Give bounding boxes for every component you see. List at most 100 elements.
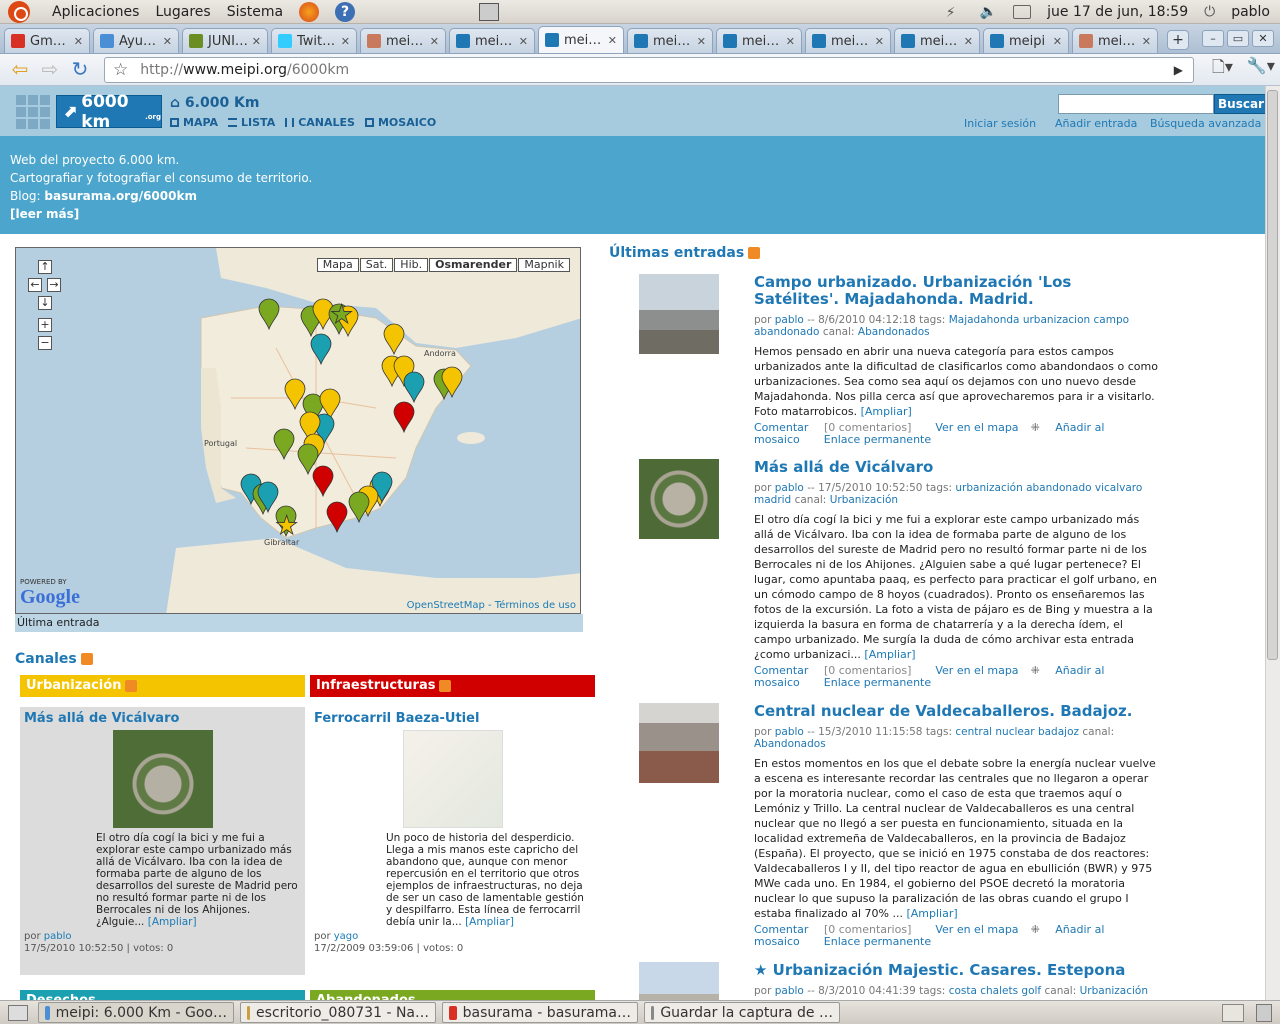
browser-tab[interactable]: Twit… ✕	[271, 28, 357, 53]
tab-close-icon[interactable]: ✕	[1053, 35, 1062, 48]
channel-post-author[interactable]: pablo	[44, 931, 72, 942]
rss-icon[interactable]	[439, 679, 452, 692]
reload-icon[interactable]: ↻	[68, 58, 92, 82]
browser-tab[interactable]: mei… ✕	[1072, 28, 1158, 53]
nav-mosaic[interactable]: MOSAICO	[364, 116, 436, 129]
read-more-link[interactable]: [leer más]	[10, 207, 79, 221]
google-logo[interactable]: Google	[20, 586, 80, 609]
bookmark-star-icon[interactable]: ☆	[113, 60, 128, 80]
map-panel[interactable]: Portugal Andorra Gibraltar ★ ★ Mapa Sat. Hi…	[15, 247, 581, 614]
channel-post-more-link[interactable]: [Ampliar]	[465, 916, 514, 928]
channel-post-thumbnail[interactable]	[402, 730, 503, 828]
taskbar-window-button[interactable]: Guardar la captura de …	[644, 1002, 840, 1023]
browser-tab[interactable]: Gm… ✕	[4, 28, 90, 53]
browser-tab[interactable]: meipi ✕	[983, 28, 1069, 53]
page-menu-icon[interactable]: 🗋▾	[1212, 56, 1233, 83]
search-input[interactable]	[1058, 94, 1214, 114]
entry-thumbnail[interactable]	[639, 703, 719, 783]
browser-tab[interactable]: JUNI… ✕	[182, 28, 268, 53]
help-launcher-icon[interactable]: ?	[335, 1, 356, 22]
browser-tab[interactable]: mei… ✕	[538, 26, 624, 53]
mail-icon[interactable]	[1013, 4, 1032, 19]
tab-close-icon[interactable]: ✕	[964, 35, 973, 48]
browser-tab[interactable]: mei… ✕	[805, 28, 891, 53]
rss-icon[interactable]	[125, 679, 138, 692]
tab-close-icon[interactable]: ✕	[697, 35, 706, 48]
latest-entries-heading[interactable]: Últimas entradas	[609, 245, 761, 261]
show-desktop-icon[interactable]	[8, 1004, 28, 1021]
close-icon[interactable]: ✕	[1252, 30, 1274, 47]
pan-left-icon[interactable]: ←	[28, 278, 42, 292]
rss-icon[interactable]	[748, 247, 761, 259]
map-type-button[interactable]: Mapa	[316, 258, 359, 272]
map-type-button[interactable]: Sat.	[359, 258, 394, 272]
map-attribution[interactable]: OpenStreetMap - Términos de uso	[407, 600, 576, 611]
volume-icon[interactable]: 🔈	[980, 4, 997, 20]
star-marker-icon[interactable]: ★	[330, 300, 354, 331]
maximize-icon[interactable]: ▭	[1227, 30, 1249, 47]
workspace-switcher-icon[interactable]	[1222, 1003, 1244, 1022]
zoom-out-icon[interactable]: −	[38, 336, 52, 350]
nav-map[interactable]: MAPA	[170, 116, 218, 129]
login-link[interactable]: Iniciar sesión	[964, 117, 1055, 130]
entry-author[interactable]: pablo	[775, 726, 804, 738]
tab-close-icon[interactable]: ✕	[608, 34, 617, 47]
entry-tags[interactable]: costa chalets golf	[949, 985, 1041, 997]
entry-author[interactable]: pablo	[775, 314, 804, 326]
page-scrollbar-thumb[interactable]	[1267, 90, 1278, 660]
entry-more-link[interactable]: [Ampliar]	[861, 405, 912, 418]
firefox-launcher-icon[interactable]	[299, 1, 320, 22]
ubuntu-logo-icon[interactable]	[8, 0, 30, 23]
channel-post-title[interactable]: Ferrocarril Baeza-Utiel	[314, 711, 591, 726]
taskbar-window-button[interactable]: escritorio_080731 - Na…	[240, 1002, 436, 1023]
user-name[interactable]: pablo	[1231, 4, 1270, 20]
entry-title[interactable]: Más allá de Vicálvaro	[754, 459, 1159, 476]
tab-close-icon[interactable]: ✕	[875, 35, 884, 48]
channel-post-title[interactable]: Más allá de Vicálvaro	[24, 711, 301, 726]
menu-system[interactable]: Sistema	[227, 4, 283, 20]
blog-link[interactable]: basurama.org/6000km	[44, 189, 197, 203]
view-on-map-link[interactable]: Ver en el mapa	[935, 421, 1018, 434]
entry-title[interactable]: ★ Urbanización Majestic. Casares. Estepo…	[754, 962, 1159, 979]
power-icon[interactable]: ⏻	[1204, 4, 1215, 20]
channel-post-more-link[interactable]: [Ampliar]	[148, 916, 197, 928]
wrench-icon[interactable]: 🔧▾	[1247, 56, 1275, 83]
add-entry-link[interactable]: Añadir entrada	[1055, 117, 1150, 130]
channel-header-more-1[interactable]: Abandonados	[310, 990, 595, 1000]
rss-icon[interactable]	[80, 653, 93, 665]
channel-header-0[interactable]: Urbanización	[20, 675, 305, 697]
taskbar-window-button[interactable]: meipi: 6.000 Km - Goo…	[38, 1002, 234, 1023]
browser-tab[interactable]: Ayu… ✕	[93, 28, 179, 53]
meipi-grid-logo-icon[interactable]	[16, 95, 50, 129]
channel-post-thumbnail[interactable]	[112, 730, 213, 828]
pan-right-icon[interactable]: →	[47, 278, 61, 292]
pan-up-icon[interactable]: ↑	[38, 260, 52, 274]
pan-down-icon[interactable]: ↓	[38, 296, 52, 310]
search-button[interactable]: Buscar	[1214, 94, 1268, 114]
taskbar-window-button[interactable]: basurama - basurama…	[442, 1002, 638, 1023]
entry-author[interactable]: pablo	[775, 482, 804, 494]
entry-channel[interactable]: Urbanización	[1080, 985, 1148, 997]
view-on-map-link[interactable]: Ver en el mapa	[935, 664, 1018, 677]
permalink[interactable]: Enlace permanente	[824, 935, 931, 948]
tab-close-icon[interactable]: ✕	[252, 35, 261, 48]
nav-channels[interactable]: CANALES	[285, 116, 355, 129]
trash-icon[interactable]	[1256, 1003, 1272, 1022]
new-tab-button[interactable]: +	[1167, 30, 1189, 50]
entry-tags[interactable]: central nuclear badajoz	[955, 726, 1079, 738]
entry-thumbnail[interactable]	[639, 274, 719, 354]
entry-more-link[interactable]: [Ampliar]	[906, 907, 957, 920]
map-type-button[interactable]: Hib.	[394, 258, 429, 272]
view-on-map-link[interactable]: Ver en el mapa	[935, 923, 1018, 936]
network-icon[interactable]: ⚡	[946, 5, 964, 21]
back-arrow-icon[interactable]: ⇦	[8, 58, 32, 82]
tab-close-icon[interactable]: ✕	[430, 35, 439, 48]
forward-arrow-icon[interactable]: ⇨	[38, 58, 62, 82]
map-type-button[interactable]: Mapnik	[518, 258, 570, 272]
tab-close-icon[interactable]: ✕	[786, 35, 795, 48]
entry-more-link[interactable]: [Ampliar]	[864, 648, 915, 661]
browser-tab[interactable]: mei… ✕	[627, 28, 713, 53]
site-logo[interactable]: ⬈ 6000 km .org	[56, 92, 162, 132]
clock[interactable]: jue 17 de jun, 18:59	[1047, 4, 1188, 20]
browser-tab[interactable]: mei… ✕	[716, 28, 802, 53]
